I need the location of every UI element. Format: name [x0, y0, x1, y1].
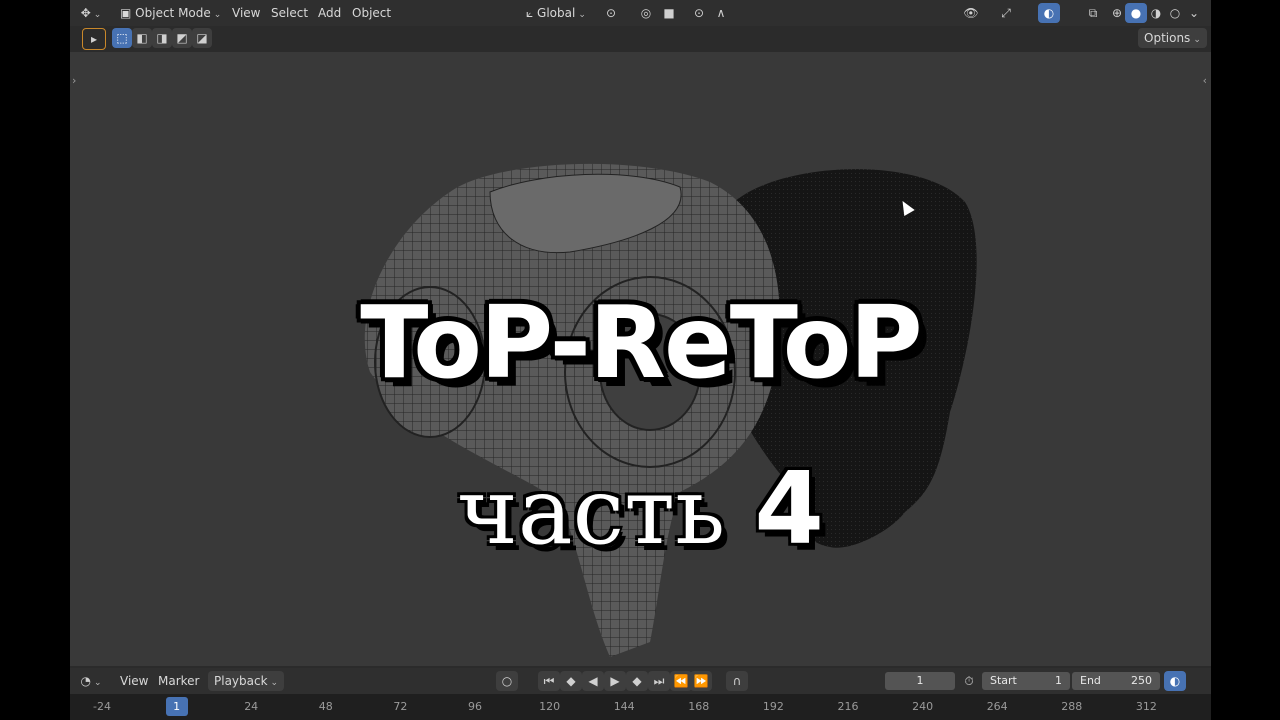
start-frame-field[interactable]: Start 1 [982, 672, 1070, 690]
auto-keying-icon[interactable]: ○ [496, 671, 518, 691]
menu-select[interactable]: Select [265, 3, 314, 23]
overlay-subtitle: часть 4 [70, 450, 1211, 567]
ruler-tick: 288 [1061, 700, 1083, 713]
overlay-title: ToP-ReToP [360, 284, 922, 401]
transform-orientation-dropdown[interactable]: ⟀ Global ⌄ [520, 3, 592, 23]
timeline-header: ◔ ⌄ View Marker Playback ⌄ ○ ⏮ ◆ ◀ ▶ ◆ ⏭ ⏪… [70, 668, 1211, 694]
visibility-icon[interactable]: 👁 [960, 3, 982, 23]
select-intersect-icon[interactable]: ◪ [192, 28, 212, 48]
timeline-menu-marker[interactable]: Marker [152, 671, 205, 691]
current-frame-field[interactable]: 1 [885, 672, 955, 690]
ruler-tick: 72 [393, 700, 408, 713]
overlay-part-number: 4 [754, 450, 825, 567]
shading-options-icon[interactable]: ⌄ [1183, 3, 1205, 23]
cube-icon: ▣ [120, 6, 132, 20]
ruler-tick: 96 [468, 700, 482, 713]
pivot-point-icon[interactable]: ⊙ [600, 3, 622, 23]
select-new-icon[interactable]: ⬚ [112, 28, 132, 48]
ruler-tick: 24 [244, 700, 259, 713]
ruler-tick: 192 [762, 700, 784, 713]
menu-view[interactable]: View [226, 3, 266, 23]
menu-add[interactable]: Add [312, 3, 347, 23]
select-tool-icon[interactable]: ▸ [82, 28, 106, 50]
timeline-menu-view[interactable]: View [114, 671, 154, 691]
menu-object[interactable]: Object [346, 3, 397, 23]
mode-dropdown[interactable]: ▣ Object Mode ⌄ [114, 3, 227, 23]
proportional-edit-icon[interactable]: ⊙ [688, 3, 710, 23]
axis-icon: ⟀ [526, 6, 534, 20]
ruler-tick: 144 [613, 700, 635, 713]
snap-timeline-icon[interactable]: ∩ [726, 671, 748, 691]
timeline-editor-icon[interactable]: ◔ ⌄ [80, 671, 102, 691]
overlays-icon[interactable]: ◐ [1038, 3, 1060, 23]
jump-keyframe-back-icon[interactable]: ◆ [560, 671, 582, 691]
prev-frame-icon[interactable]: ⏪ [670, 671, 692, 691]
jump-start-icon[interactable]: ⏮ [538, 671, 560, 691]
ruler-tick: 312 [1135, 700, 1157, 713]
frame-ruler[interactable]: -24 1 24 48 72 96 120 144 168 192 216 240 264 288 312 [70, 694, 1211, 720]
ruler-current-frame[interactable]: 1 [165, 697, 188, 716]
ruler-tick: 240 [912, 700, 934, 713]
play-reverse-icon[interactable]: ◀ [582, 671, 604, 691]
snap-target-icon[interactable]: ■ [658, 3, 680, 23]
chevron-down-icon: ⌄ [213, 10, 222, 20]
playback-dropdown[interactable]: Playback ⌄ [208, 671, 285, 691]
ruler-tick: 120 [539, 700, 561, 713]
ruler-tick: 48 [318, 700, 333, 713]
jump-keyframe-forward-icon[interactable]: ◆ [626, 671, 648, 691]
solid-shading-icon[interactable]: ● [1125, 3, 1147, 23]
ruler-tick: -24 [93, 700, 111, 713]
overlay-subtitle-word: часть [456, 458, 726, 565]
editor-type-icon[interactable]: ✥ ⌄ [80, 3, 102, 23]
snap-icon[interactable]: ◎ [635, 3, 657, 23]
gizmo-icon[interactable]: ⤢ [995, 3, 1017, 23]
falloff-icon[interactable]: ∧ [710, 3, 732, 23]
viewport-header: ✥ ⌄ ▣ Object Mode ⌄ View Select Add Object… [70, 0, 1211, 26]
select-invert-icon[interactable]: ◩ [172, 28, 192, 48]
ruler-tick: 216 [837, 700, 859, 713]
low-poly-mesh [364, 163, 780, 657]
options-dropdown[interactable]: Options ⌄ [1138, 28, 1207, 48]
end-frame-field[interactable]: End 250 [1072, 672, 1160, 690]
xray-icon[interactable]: ⧉ [1082, 3, 1104, 23]
next-frame-icon[interactable]: ⏩ [690, 671, 712, 691]
play-icon[interactable]: ▶ [604, 671, 626, 691]
3d-viewport[interactable]: › ‹ ToP-ReToP часть 4 [70, 52, 1211, 666]
stopwatch-icon[interactable]: ⏱ [958, 671, 980, 691]
blender-window: ✥ ⌄ ▣ Object Mode ⌄ View Select Add Object… [70, 0, 1211, 720]
tool-header: ▸ ⬚ ◧ ◨ ◩ ◪ Options ⌄ [70, 26, 1211, 52]
select-extend-icon[interactable]: ◧ [132, 28, 152, 48]
jump-end-icon[interactable]: ⏭ [648, 671, 670, 691]
ruler-tick: 168 [688, 700, 710, 713]
ruler-tick: 264 [986, 700, 1008, 713]
select-subtract-icon[interactable]: ◨ [152, 28, 172, 48]
timeline-overlay-icon[interactable]: ◐ [1164, 671, 1186, 691]
